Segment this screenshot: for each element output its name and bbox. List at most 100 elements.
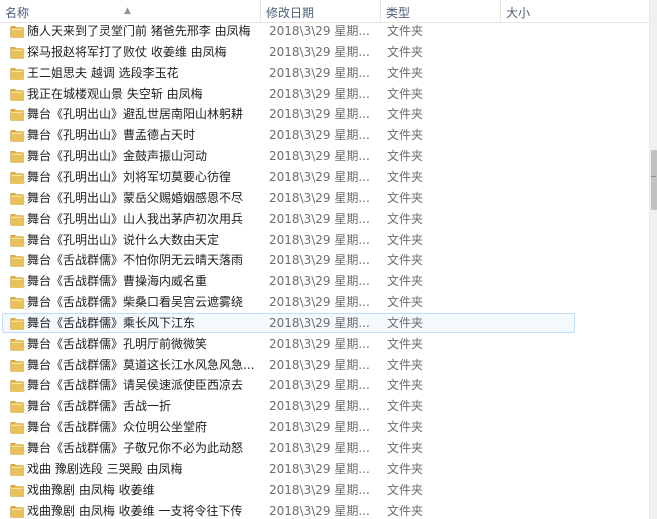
list-item[interactable]: 舞台《舌战群儒》乘长风下江东 2018\3\29 星期... 文件夹 xyxy=(2,312,575,333)
list-item[interactable]: 舞台《孔明出山》说什么大数由天定 2018\3\29 星期... 文件夹 xyxy=(2,230,575,250)
file-type: 文件夹 xyxy=(387,169,424,184)
file-name: 探马报赵将军打了败仗 收姜维 由凤梅 xyxy=(27,44,227,59)
list-item[interactable]: 舞台《舌战群儒》众位明公坐堂府 2018\3\29 星期... 文件夹 xyxy=(2,417,575,437)
list-item[interactable]: 舞台《孔明出山》山人我出茅庐初次用兵 2018\3\29 星期... 文件夹 xyxy=(2,209,575,229)
file-date: 2018\3\29 星期... xyxy=(269,336,370,351)
scrollbar-grip-icon xyxy=(651,176,656,177)
file-type: 文件夹 xyxy=(387,503,424,518)
file-date: 2018\3\29 星期... xyxy=(269,503,370,518)
folder-icon xyxy=(10,151,24,163)
file-type: 文件夹 xyxy=(387,190,424,205)
file-type: 文件夹 xyxy=(387,441,424,455)
file-name: 戏曲 豫剧选段 三哭殿 由凤梅 xyxy=(27,461,183,476)
column-header-date-label: 修改日期 xyxy=(266,6,315,20)
list-item[interactable]: 舞台《舌战群儒》柴桑口看吴宫云遮雾绕 2018\3\29 星期... 文件夹 xyxy=(2,292,575,312)
file-type: 文件夹 xyxy=(387,357,424,372)
scrollbar-thumb[interactable] xyxy=(651,150,657,210)
list-item[interactable]: 舞台《孔明出山》避乱世居南阳山林躬耕 2018\3\29 星期... 文件夹 xyxy=(2,104,575,124)
file-explorer-window: 名称 ▲ 修改日期 类型 大小 随人天来到了灵堂门前 猪爸先邢李 由凤梅 2018… xyxy=(0,0,657,519)
file-date: 2018\3\29 星期... xyxy=(269,274,370,289)
list-item[interactable]: 王二姐思夫 越调 选段李玉花 2018\3\29 星期... 文件夹 xyxy=(2,63,575,83)
file-date: 2018\3\29 星期... xyxy=(269,107,370,122)
file-name: 舞台《孔明出山》蒙岳父赐婚姻感恩不尽 xyxy=(27,190,244,205)
list-item[interactable]: 戏曲 豫剧选段 三哭殿 由凤梅 2018\3\29 星期... 文件夹 xyxy=(2,459,575,479)
file-date: 2018\3\29 星期... xyxy=(269,190,370,205)
folder-icon xyxy=(10,109,24,122)
file-name: 王二姐思夫 越调 选段李玉花 xyxy=(27,65,179,80)
list-item[interactable]: 舞台《舌战群儒》不怕你阴无云晴天落雨 2018\3\29 星期... 文件夹 xyxy=(2,250,575,270)
vertical-scrollbar[interactable] xyxy=(649,0,657,519)
list-item[interactable]: 舞台《孔明出山》刘将军切莫要心彷徨 2018\3\29 星期... 文件夹 xyxy=(2,167,575,187)
file-name: 舞台《孔明出山》金鼓声振山河动 xyxy=(27,149,208,164)
folder-icon xyxy=(10,422,24,434)
file-name: 戏曲豫剧 由凤梅 收姜维 一支将令往下传 xyxy=(27,503,243,518)
list-item[interactable]: 我正在城楼观山景 失空斩 由凤梅 2018\3\29 星期... 文件夹 xyxy=(2,84,575,104)
file-type: 文件夹 xyxy=(387,24,424,38)
list-item[interactable]: 舞台《孔明出山》曹孟德占天时 2018\3\29 星期... 文件夹 xyxy=(2,125,575,145)
folder-icon xyxy=(10,234,24,247)
file-date: 2018\3\29 星期... xyxy=(269,315,370,330)
folder-icon xyxy=(10,255,24,268)
folder-icon xyxy=(10,130,24,143)
file-type: 文件夹 xyxy=(387,65,424,80)
list-item[interactable]: 舞台《舌战群儒》子敬兄你不必为此动怒 2018\3\29 星期... 文件夹 xyxy=(2,438,575,458)
column-header-type-label: 类型 xyxy=(386,6,411,20)
column-header-size[interactable]: 大小 xyxy=(501,0,649,22)
file-type: 文件夹 xyxy=(387,399,424,414)
file-name: 舞台《舌战群儒》乘长风下江东 xyxy=(27,315,196,330)
file-type: 文件夹 xyxy=(387,211,424,226)
file-type: 文件夹 xyxy=(387,378,424,393)
folder-icon xyxy=(10,67,24,80)
file-name: 舞台《孔明出山》说什么大数由天定 xyxy=(27,232,220,247)
folder-icon xyxy=(10,276,24,288)
file-name: 舞台《孔明出山》山人我出茅庐初次用兵 xyxy=(27,211,244,226)
column-header-date[interactable]: 修改日期 xyxy=(261,0,381,22)
list-item[interactable]: 戏曲豫剧 由凤梅 收姜维 一支将令往下传 2018\3\29 星期... 文件夹 xyxy=(2,501,575,519)
list-item[interactable]: 探马报赵将军打了败仗 收姜维 由凤梅 2018\3\29 星期... 文件夹 xyxy=(2,42,575,62)
folder-icon xyxy=(10,380,24,393)
list-item[interactable]: 舞台《舌战群儒》莫道这长江水风急风急... 2018\3\29 星期... 文件夹 xyxy=(2,355,575,375)
file-date: 2018\3\29 星期... xyxy=(269,211,370,226)
file-date: 2018\3\29 星期... xyxy=(269,420,370,435)
folder-icon xyxy=(10,359,24,372)
file-type: 文件夹 xyxy=(387,253,424,268)
list-item[interactable]: 舞台《孔明出山》蒙岳父赐婚姻感恩不尽 2018\3\29 星期... 文件夹 xyxy=(2,188,575,208)
file-name: 舞台《孔明出山》刘将军切莫要心彷徨 xyxy=(27,169,232,184)
folder-icon xyxy=(10,401,24,414)
file-type: 文件夹 xyxy=(387,232,424,247)
column-header-type[interactable]: 类型 xyxy=(381,0,501,22)
file-type: 文件夹 xyxy=(387,315,424,330)
folder-icon xyxy=(10,463,24,476)
file-type: 文件夹 xyxy=(387,107,424,122)
file-date: 2018\3\29 星期... xyxy=(269,295,370,310)
file-date: 2018\3\29 星期... xyxy=(269,65,370,80)
list-item[interactable]: 舞台《孔明出山》金鼓声振山河动 2018\3\29 星期... 文件夹 xyxy=(2,146,575,166)
file-name: 舞台《舌战群儒》柴桑口看吴宫云遮雾绕 xyxy=(27,295,244,310)
folder-icon xyxy=(10,297,24,309)
column-header-size-label: 大小 xyxy=(506,6,531,20)
file-date: 2018\3\29 星期... xyxy=(269,357,370,372)
column-header-name[interactable]: 名称 ▲ xyxy=(0,0,261,22)
folder-icon xyxy=(10,171,24,184)
file-date: 2018\3\29 星期... xyxy=(269,149,370,164)
list-item[interactable]: 舞台《舌战群儒》舌战一折 2018\3\29 星期... 文件夹 xyxy=(2,396,575,416)
file-date: 2018\3\29 星期... xyxy=(269,24,370,38)
list-item[interactable]: 舞台《舌战群儒》曹操海内威名重 2018\3\29 星期... 文件夹 xyxy=(2,271,575,291)
sort-ascending-icon: ▲ xyxy=(124,6,131,16)
file-date: 2018\3\29 星期... xyxy=(269,169,370,184)
folder-icon xyxy=(10,26,24,38)
column-header-bar: 名称 ▲ 修改日期 类型 大小 xyxy=(0,0,649,23)
file-type: 文件夹 xyxy=(387,149,424,164)
file-date: 2018\3\29 星期... xyxy=(269,44,370,59)
file-date: 2018\3\29 星期... xyxy=(269,441,370,455)
file-name: 舞台《舌战群儒》曹操海内威名重 xyxy=(27,274,208,289)
file-type: 文件夹 xyxy=(387,482,424,497)
folder-icon xyxy=(10,213,24,226)
list-item[interactable]: 舞台《舌战群儒》孔明厅前微微笑 2018\3\29 星期... 文件夹 xyxy=(2,334,575,354)
list-item[interactable]: 舞台《舌战群儒》请吴侯速派使臣西凉去 2018\3\29 星期... 文件夹 xyxy=(2,375,575,395)
list-item[interactable]: 戏曲豫剧 由凤梅 收姜维 2018\3\29 星期... 文件夹 xyxy=(2,480,575,500)
file-name: 我正在城楼观山景 失空斩 由凤梅 xyxy=(27,86,203,101)
list-item[interactable]: 随人天来到了灵堂门前 猪爸先邢李 由凤梅 2018\3\29 星期... 文件夹 xyxy=(2,21,575,41)
file-type: 文件夹 xyxy=(387,336,424,351)
file-date: 2018\3\29 星期... xyxy=(269,461,370,476)
